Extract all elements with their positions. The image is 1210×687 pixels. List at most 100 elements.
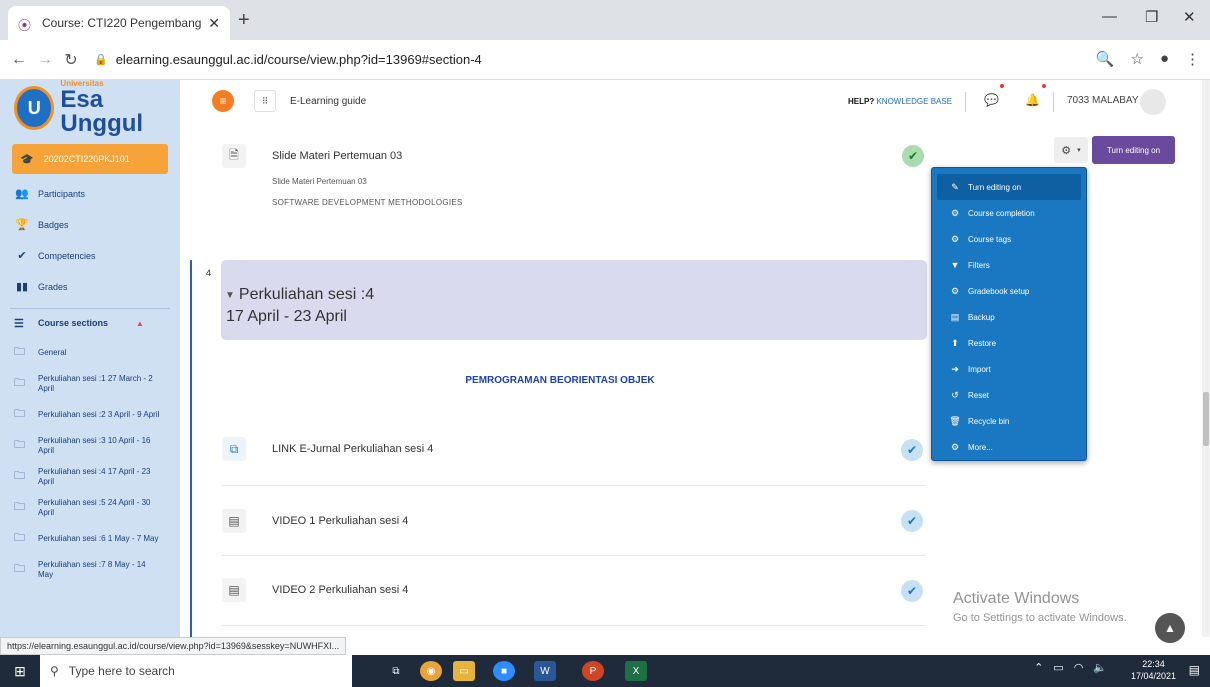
volume-icon[interactable]: 🔈 bbox=[1093, 661, 1107, 674]
sidebar-item-grades[interactable]: ▮▮ Grades bbox=[0, 271, 180, 302]
zoom-app-icon[interactable]: ■ bbox=[493, 661, 515, 681]
close-window-icon[interactable]: ✕ bbox=[1183, 8, 1196, 26]
menu-item-label: More... bbox=[968, 442, 993, 452]
sidebar-section-item[interactable]: 🗀 Perkuliahan sesi :4 17 April - 23 April bbox=[0, 461, 180, 492]
menu-item-turn-editing-on[interactable]: ✎ Turn editing on bbox=[937, 174, 1081, 200]
logo-mark-icon: U bbox=[14, 86, 55, 130]
sidebar-item-competencies[interactable]: ✔ Competencies bbox=[0, 240, 180, 271]
sidebar-section-item[interactable]: 🗀 Perkuliahan sesi :2 3 April - 9 April bbox=[0, 399, 180, 430]
sidebar-course-sections[interactable]: ☰ Course sections ▲ bbox=[0, 309, 180, 337]
bell-icon[interactable]: 🔔 bbox=[1025, 93, 1040, 107]
hamburger-menu-button[interactable]: ≡ bbox=[212, 90, 234, 112]
excel-icon[interactable]: X bbox=[625, 661, 647, 681]
lock-icon: 🔒 bbox=[94, 54, 108, 66]
menu-item-backup[interactable]: ▤ Backup bbox=[932, 304, 1086, 330]
windows-start-icon[interactable]: ⊞ bbox=[0, 663, 40, 680]
menu-item-course-completion[interactable]: ⚙ Course completion bbox=[932, 200, 1086, 226]
collapse-caret-icon[interactable]: ▲ bbox=[136, 319, 144, 328]
sidebar-item-participants[interactable]: 👥 Participants bbox=[0, 178, 180, 209]
activity-name[interactable]: Slide Materi Pertemuan 03 bbox=[272, 150, 402, 162]
wifi-icon[interactable]: ◠ bbox=[1074, 661, 1084, 674]
user-name[interactable]: 7033 MALABAY bbox=[1067, 95, 1139, 106]
page-scrollbar[interactable] bbox=[1202, 80, 1210, 637]
help-link[interactable]: HELP? KNOWLEDGE BASE bbox=[848, 97, 952, 106]
close-tab-icon[interactable]: ✕ bbox=[208, 15, 220, 32]
browser-tab[interactable]: ⦿ Course: CTI220 Pengembangan P ✕ bbox=[8, 6, 230, 40]
minimize-icon[interactable]: — bbox=[1102, 8, 1117, 25]
browser-menu-icon[interactable]: ⋮ bbox=[1185, 50, 1200, 68]
menu-item-label: Import bbox=[968, 364, 991, 374]
activity-name[interactable]: VIDEO 1 Perkuliahan sesi 4 bbox=[272, 515, 408, 527]
chevron-up-icon[interactable]: ⌃ bbox=[1034, 661, 1043, 674]
taskbar-clock[interactable]: 22:34 17/04/2021 bbox=[1131, 659, 1176, 682]
section-indicator-line bbox=[190, 260, 192, 637]
battery-icon[interactable]: ▭ bbox=[1053, 661, 1063, 674]
sidebar-section-item[interactable]: 🗀 Perkuliahan sesi :1 27 March - 2 April bbox=[0, 368, 180, 399]
profile-icon[interactable]: ● bbox=[1160, 50, 1169, 68]
sidebar-section-item[interactable]: 🗀 Perkuliahan sesi :6 1 May - 7 May bbox=[0, 523, 180, 554]
notification-center-icon[interactable]: ▤ bbox=[1189, 663, 1200, 677]
sidebar-section-item[interactable]: 🗀 General bbox=[0, 337, 180, 368]
activity-video-1[interactable]: ▤ VIDEO 1 Perkuliahan sesi 4 bbox=[222, 509, 926, 533]
activity-slide-materi[interactable]: 🗎 Slide Materi Pertemuan 03 bbox=[222, 144, 926, 168]
sidebar-section-label: Perkuliahan sesi :3 10 April - 16 April bbox=[38, 435, 151, 455]
site-logo[interactable]: U Universitas Esa Unggul bbox=[0, 80, 180, 136]
turn-editing-on-button[interactable]: Turn editing on bbox=[1092, 136, 1175, 164]
menu-item-restore[interactable]: ⬆ Restore bbox=[932, 330, 1086, 356]
completion-check-icon[interactable]: ✔ bbox=[902, 145, 924, 167]
sidebar-section-item[interactable]: 🗀 Perkuliahan sesi :5 24 April - 30 April bbox=[0, 492, 180, 523]
import-icon: ➜ bbox=[951, 363, 959, 374]
navbar-divider bbox=[965, 92, 966, 112]
powerpoint-icon[interactable]: P bbox=[582, 661, 604, 681]
back-icon[interactable]: ← bbox=[6, 51, 32, 69]
zoom-icon[interactable]: 🔍 bbox=[1096, 50, 1115, 68]
menu-item-course-tags[interactable]: ⚙ Course tags bbox=[932, 226, 1086, 252]
task-view-icon[interactable]: ⧉ bbox=[385, 661, 407, 681]
new-tab-button[interactable]: + bbox=[238, 9, 250, 32]
menu-item-filters[interactable]: ▼ Filters bbox=[932, 252, 1086, 278]
activity-name[interactable]: VIDEO 2 Perkuliahan sesi 4 bbox=[272, 584, 408, 596]
collapse-triangle-icon[interactable]: ▼ bbox=[225, 290, 235, 301]
menu-item-import[interactable]: ➜ Import bbox=[932, 356, 1086, 382]
activity-name[interactable]: LINK E-Jurnal Perkuliahan sesi 4 bbox=[272, 443, 433, 455]
completion-check-icon[interactable]: ✔ bbox=[901, 510, 923, 532]
file-explorer-icon[interactable]: ▭ bbox=[453, 661, 475, 681]
folder-icon: 🗀 bbox=[14, 407, 25, 420]
bookmark-star-icon[interactable]: ☆ bbox=[1130, 50, 1143, 68]
avatar[interactable] bbox=[1140, 89, 1166, 115]
clock-time: 22:34 bbox=[1142, 659, 1165, 669]
sidebar-item-badges[interactable]: 🏆 Badges bbox=[0, 209, 180, 240]
page-icon: ▤ bbox=[222, 578, 246, 602]
restore-icon[interactable]: ❐ bbox=[1145, 8, 1158, 26]
menu-item-label: Course tags bbox=[968, 234, 1012, 244]
clock-date: 17/04/2021 bbox=[1130, 670, 1176, 681]
course-settings-gear-button[interactable]: ⚙ ▾ bbox=[1054, 137, 1088, 163]
knowledge-base-link[interactable]: KNOWLEDGE BASE bbox=[876, 97, 952, 106]
forward-icon[interactable]: → bbox=[32, 51, 58, 69]
message-icon[interactable]: 💬 bbox=[984, 93, 999, 107]
apps-grid-button[interactable]: ⠿ bbox=[254, 90, 276, 112]
menu-item-gradebook-setup[interactable]: ⚙ Gradebook setup bbox=[932, 278, 1086, 304]
completion-check-icon[interactable]: ✔ bbox=[901, 580, 923, 602]
section-dates: 17 April - 23 April bbox=[226, 308, 347, 325]
sidebar-item-course[interactable]: 🎓 20202CTI220PKJ101 bbox=[12, 144, 168, 174]
section-header[interactable]: ▼ Perkuliahan sesi :4 17 April - 23 April bbox=[221, 260, 927, 340]
chrome-icon[interactable]: ◉ bbox=[420, 661, 442, 681]
reload-icon[interactable]: ↻ bbox=[58, 50, 84, 70]
back-to-top-button[interactable]: ▲ bbox=[1155, 613, 1185, 643]
activity-link-ejurnal[interactable]: ⧉ LINK E-Jurnal Perkuliahan sesi 4 bbox=[222, 437, 926, 461]
taskbar-search[interactable]: ⚲ Type here to search bbox=[40, 655, 352, 687]
word-icon[interactable]: W bbox=[534, 661, 556, 681]
sidebar-section-item[interactable]: 🗀 Perkuliahan sesi :7 8 May - 14 May bbox=[0, 554, 180, 585]
file-icon: 🗎 bbox=[222, 144, 246, 168]
menu-item-recycle-bin[interactable]: 🗑 Recycle bin bbox=[932, 408, 1086, 434]
scrollbar-thumb[interactable] bbox=[1203, 392, 1209, 446]
sidebar-section-item[interactable]: 🗀 Perkuliahan sesi :3 10 April - 16 April bbox=[0, 430, 180, 461]
menu-item-more[interactable]: ⚙ More... bbox=[932, 434, 1086, 460]
completion-check-icon[interactable]: ✔ bbox=[901, 439, 923, 461]
menu-item-reset[interactable]: ↺ Reset bbox=[932, 382, 1086, 408]
course-code: 20202CTI220PKJ101 bbox=[43, 154, 130, 164]
activity-video-2[interactable]: ▤ VIDEO 2 Perkuliahan sesi 4 bbox=[222, 578, 926, 602]
url-field[interactable]: 🔒 elearning.esaunggul.ac.id/course/view.… bbox=[94, 52, 482, 67]
elearning-guide-link[interactable]: E-Learning guide bbox=[290, 96, 366, 107]
